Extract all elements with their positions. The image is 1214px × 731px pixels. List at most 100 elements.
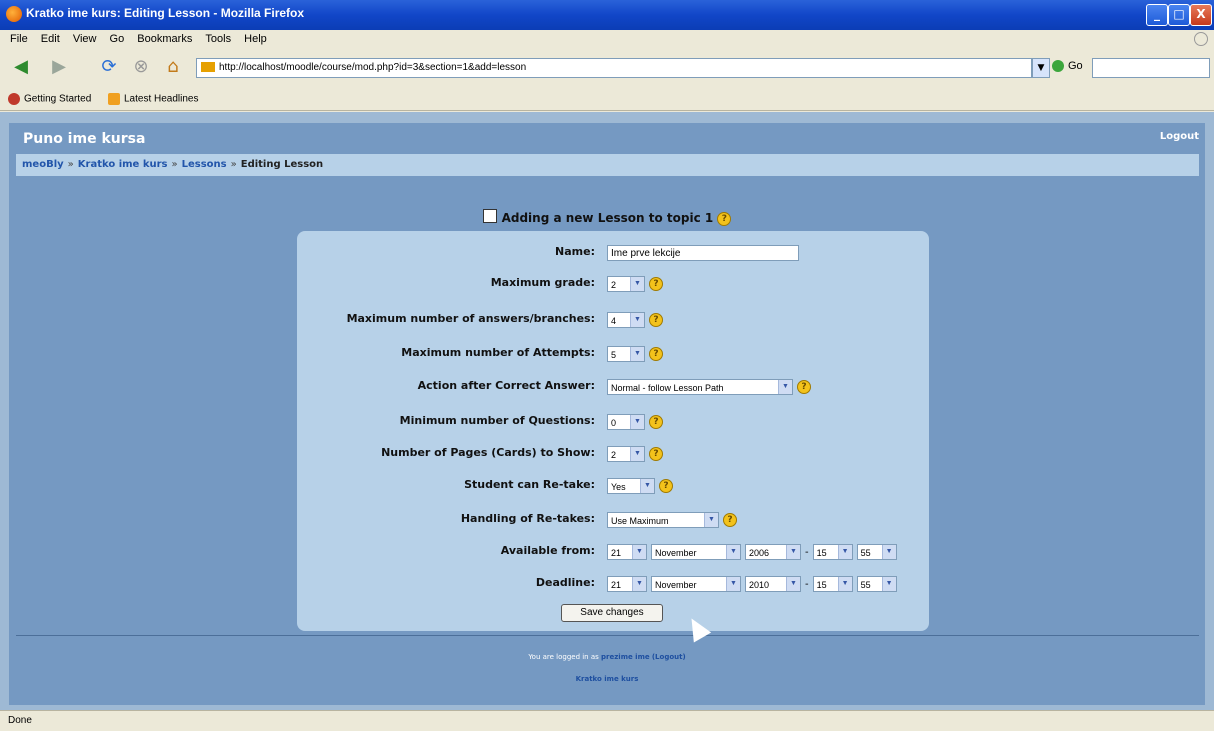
- available-year-value: 2006: [749, 548, 770, 558]
- save-changes-button[interactable]: Save changes: [561, 604, 663, 622]
- date-separator: -: [805, 546, 809, 558]
- reload-icon[interactable]: ⟳: [96, 54, 122, 80]
- action-after-correct-value: Normal - follow Lesson Path: [611, 383, 724, 393]
- stop-icon[interactable]: ⊗: [128, 54, 154, 80]
- menu-help[interactable]: Help: [244, 33, 267, 45]
- go-button[interactable]: Go: [1052, 60, 1083, 73]
- bookmark-latest-headlines[interactable]: Latest Headlines: [108, 93, 199, 105]
- num-pages-label: Number of Pages (Cards) to Show:: [381, 446, 595, 459]
- breadcrumb-home[interactable]: meoBly: [22, 159, 64, 170]
- menu-go[interactable]: Go: [110, 33, 125, 45]
- close-button[interactable]: X: [1190, 4, 1212, 26]
- available-from-label: Available from:: [500, 544, 595, 557]
- max-grade-select[interactable]: 2 ▼: [607, 276, 645, 292]
- available-year-select[interactable]: 2006 ▼: [745, 544, 801, 560]
- menu-view[interactable]: View: [73, 33, 97, 45]
- page-title: Puno ime kursa: [23, 131, 146, 147]
- help-icon[interactable]: ?: [659, 479, 673, 493]
- home-icon[interactable]: ⌂: [160, 54, 186, 80]
- min-questions-value: 0: [611, 418, 617, 428]
- row-retake: Student can Re-take: Yes ▼?: [297, 476, 929, 496]
- chevron-down-icon: ▼: [786, 577, 800, 591]
- row-max-answers: Maximum number of answers/branches: 4 ▼?: [297, 310, 929, 330]
- menu-bookmarks[interactable]: Bookmarks: [137, 33, 192, 45]
- deadline-month-select[interactable]: November ▼: [651, 576, 741, 592]
- name-field[interactable]: Ime prve lekcije: [607, 245, 799, 261]
- max-grade-value: 2: [611, 280, 617, 290]
- bookmark-getting-started[interactable]: Getting Started: [8, 93, 91, 105]
- deadline-year-select[interactable]: 2010 ▼: [745, 576, 801, 592]
- chevron-down-icon: ▼: [630, 415, 644, 429]
- menu-edit[interactable]: Edit: [41, 33, 60, 45]
- action-after-correct-select[interactable]: Normal - follow Lesson Path ▼: [607, 379, 793, 395]
- chevron-down-icon: ▼: [881, 577, 896, 591]
- available-hour-value: 15: [816, 548, 827, 558]
- handling-retakes-select[interactable]: Use Maximum ▼: [607, 512, 719, 528]
- footer-course-link[interactable]: Kratko ime kurs: [9, 675, 1205, 683]
- search-input[interactable]: [1092, 58, 1210, 78]
- row-num-pages: Number of Pages (Cards) to Show: 2 ▼?: [297, 444, 929, 464]
- available-hour-select[interactable]: 15 ▼: [812, 544, 853, 560]
- deadline-hour-select[interactable]: 15 ▼: [812, 576, 853, 592]
- help-icon[interactable]: ?: [797, 380, 811, 394]
- num-pages-select[interactable]: 2 ▼: [607, 446, 645, 462]
- available-day-value: 21: [611, 548, 622, 558]
- form-heading: Adding a new Lesson to topic 1 ?: [9, 209, 1205, 226]
- name-label: Name:: [555, 245, 595, 258]
- address-bar[interactable]: http://localhost/moodle/course/mod.php?i…: [196, 58, 1032, 78]
- help-icon[interactable]: ?: [649, 415, 663, 429]
- minimize-button[interactable]: _: [1146, 4, 1168, 26]
- bookmarks-toolbar: Getting Started Latest Headlines: [0, 88, 1214, 111]
- menu-file[interactable]: File: [10, 33, 28, 45]
- chevron-down-icon: ▼: [778, 380, 792, 394]
- lesson-form: Name: Ime prve lekcije Maximum grade: 2 ▼…: [297, 231, 929, 631]
- breadcrumb-sep: »: [230, 159, 237, 170]
- min-questions-label: Minimum number of Questions:: [399, 414, 595, 427]
- forward-arrow-icon[interactable]: ▶: [46, 54, 72, 80]
- chevron-down-icon: ▼: [726, 577, 740, 591]
- help-icon[interactable]: ?: [649, 447, 663, 461]
- user-link[interactable]: prezime ime: [601, 653, 650, 661]
- chevron-down-icon: ▼: [632, 545, 646, 559]
- chevron-down-icon: ▼: [630, 447, 644, 461]
- throbber-icon: [1194, 32, 1208, 46]
- date-separator: -: [805, 578, 809, 590]
- retake-label: Student can Re-take:: [464, 478, 595, 491]
- deadline-minute-select[interactable]: 55 ▼: [856, 576, 897, 592]
- footer-logout-link[interactable]: (Logout): [652, 653, 686, 661]
- deadline-label: Deadline:: [535, 576, 595, 589]
- available-minute-select[interactable]: 55 ▼: [856, 544, 897, 560]
- logout-link[interactable]: Logout: [1160, 131, 1199, 142]
- breadcrumb-lessons[interactable]: Lessons: [182, 159, 227, 170]
- chevron-down-icon: ▼: [704, 513, 718, 527]
- min-questions-select[interactable]: 0 ▼: [607, 414, 645, 430]
- help-icon[interactable]: ?: [649, 347, 663, 361]
- retake-select[interactable]: Yes ▼: [607, 478, 655, 494]
- address-dropdown-button[interactable]: ▼: [1032, 58, 1050, 78]
- max-answers-select[interactable]: 4 ▼: [607, 312, 645, 328]
- chevron-down-icon: ▼: [632, 577, 646, 591]
- row-available-from: Available from: 21 ▼ November ▼ 2006 ▼ - 15…: [297, 542, 929, 562]
- help-icon[interactable]: ?: [649, 277, 663, 291]
- chevron-down-icon: ▼: [881, 545, 896, 559]
- deadline-day-select[interactable]: 21 ▼: [607, 576, 647, 592]
- menu-tools[interactable]: Tools: [205, 33, 231, 45]
- max-attempts-select[interactable]: 5 ▼: [607, 346, 645, 362]
- help-icon[interactable]: ?: [649, 313, 663, 327]
- available-day-select[interactable]: 21 ▼: [607, 544, 647, 560]
- available-month-select[interactable]: November ▼: [651, 544, 741, 560]
- breadcrumb: meoBly» Kratko ime kurs» Lessons» Editing L…: [16, 154, 1199, 176]
- moodle-page: Puno ime kursa Logout meoBly» Kratko ime …: [9, 123, 1205, 705]
- chevron-down-icon: ▼: [786, 545, 800, 559]
- chevron-down-icon: ▼: [630, 347, 644, 361]
- row-handling-retakes: Handling of Re-takes: Use Maximum ▼?: [297, 510, 929, 530]
- help-icon[interactable]: ?: [723, 513, 737, 527]
- back-arrow-icon[interactable]: ◀: [8, 54, 34, 80]
- deadline-day-value: 21: [611, 580, 622, 590]
- help-icon[interactable]: ?: [717, 211, 732, 226]
- maximize-button[interactable]: □: [1168, 4, 1190, 26]
- breadcrumb-course[interactable]: Kratko ime kurs: [78, 159, 168, 170]
- browser-viewport: Puno ime kursa Logout meoBly» Kratko ime …: [0, 112, 1214, 710]
- breadcrumb-sep: »: [171, 159, 178, 170]
- lesson-icon: [482, 209, 497, 223]
